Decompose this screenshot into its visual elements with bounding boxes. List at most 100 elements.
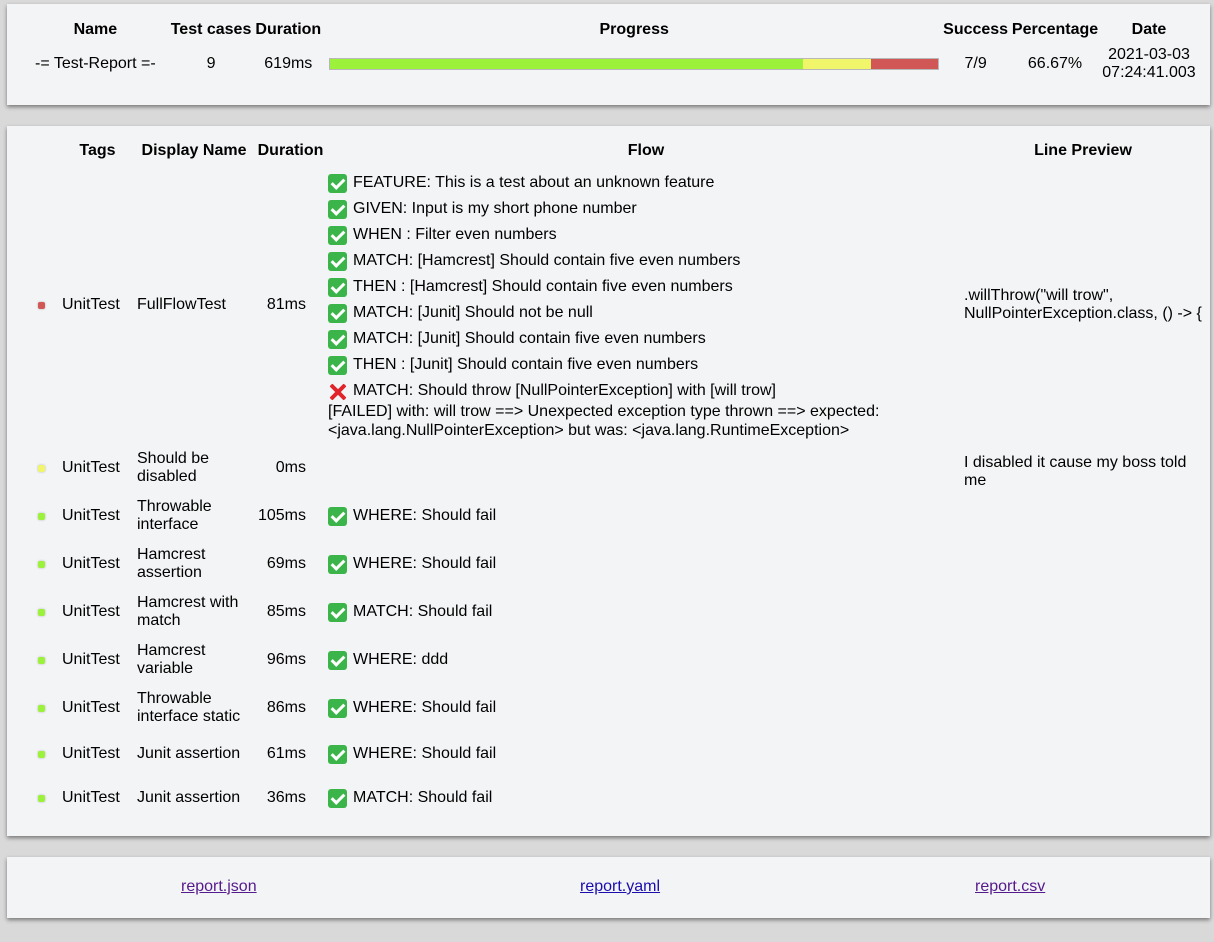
tag-cell: UnitTest <box>62 603 120 620</box>
success-count: 7/9 <box>964 55 987 72</box>
check-icon <box>328 173 347 193</box>
table-row: UnitTest Throwable interface static 86ms WH… <box>22 684 1202 732</box>
line-preview-cell <box>964 684 1202 732</box>
duration-header: Duration <box>257 142 324 159</box>
flow-step-text: WHERE: Should fail <box>353 745 497 762</box>
duration-cell: 105ms <box>257 507 306 524</box>
report-name: -= Test-Report =- <box>35 55 156 72</box>
duration-cell: 86ms <box>266 699 306 716</box>
flow-step: MATCH: Should fail <box>328 599 964 625</box>
flow-step: WHEN : Filter even numbers <box>328 222 964 248</box>
flow-header: Flow <box>627 142 665 159</box>
status-cell <box>22 732 60 776</box>
flow-step-text: MATCH: Should fail <box>353 603 493 620</box>
line-preview-cell <box>964 492 1202 540</box>
flow-cell: MATCH: Should fail <box>328 776 964 820</box>
flow-step-text: THEN : [Junit] Should contain five even … <box>353 356 699 373</box>
flow-step-text: MATCH: [Junit] Should not be null <box>353 304 593 321</box>
display-name-cell: Throwable interface <box>137 498 212 533</box>
success-header: Success <box>943 21 1009 38</box>
flow-step: MATCH: Should fail <box>328 785 964 811</box>
duration-cell: 96ms <box>266 651 306 668</box>
table-row: UnitTest Throwable interface 105ms WHERE: S… <box>22 492 1202 540</box>
flow-cell <box>328 444 964 492</box>
line-preview-cell <box>964 776 1202 820</box>
check-icon <box>328 602 347 622</box>
check-icon <box>328 506 347 526</box>
duration-cell: 61ms <box>266 745 306 762</box>
flow-step-text: THEN : [Hamcrest] Should contain five ev… <box>353 278 733 295</box>
status-cell <box>22 684 60 732</box>
flow-step-text: WHERE: Should fail <box>353 555 497 572</box>
tag-cell: UnitTest <box>62 296 120 313</box>
tag-cell: UnitTest <box>62 459 120 476</box>
status-indicator <box>37 513 45 520</box>
flow-cell: MATCH: Should fail <box>328 588 964 636</box>
flow-step: WHERE: Should fail <box>328 503 964 529</box>
status-indicator <box>37 751 45 758</box>
status-cell <box>22 588 60 636</box>
flow-step: WHERE: Should fail <box>328 551 964 577</box>
check-icon <box>328 303 347 323</box>
report-yaml-link[interactable]: report.yaml <box>580 878 660 896</box>
name-header: Name <box>73 21 118 38</box>
results-header-row: Tags Display Name Duration Flow Line Pre… <box>22 142 1202 166</box>
line-preview-header: Line Preview <box>1034 142 1132 159</box>
flow-cell: WHERE: ddd <box>328 636 964 684</box>
date-header: Date <box>1131 21 1167 38</box>
status-cell <box>22 776 60 820</box>
flow-step: MATCH: [Junit] Should not be null <box>328 300 964 326</box>
duration-header: Duration <box>255 21 322 38</box>
line-preview-cell: .willThrow("will trow", NullPointerExcep… <box>964 287 1202 322</box>
duration-cell: 85ms <box>266 603 306 620</box>
flow-step: FEATURE: This is a test about an unknown… <box>328 170 964 196</box>
flow-step-text: WHERE: Should fail <box>353 507 497 524</box>
status-cell <box>22 636 60 684</box>
test-cases-header: Test cases <box>170 21 252 38</box>
check-icon <box>328 329 347 349</box>
flow-cell: WHERE: Should fail <box>328 732 964 776</box>
flow-step: MATCH: Should throw [NullPointerExceptio… <box>328 378 964 404</box>
report-json-link[interactable]: report.json <box>181 878 257 896</box>
progress-header: Progress <box>599 21 669 38</box>
status-indicator <box>37 465 45 472</box>
status-indicator <box>37 705 45 712</box>
flow-cell: FEATURE: This is a test about an unknown… <box>328 166 964 444</box>
tag-cell: UnitTest <box>62 699 120 716</box>
summary-table: Name Test cases Duration Progress Succes… <box>20 21 1196 89</box>
line-preview-cell <box>964 732 1202 776</box>
line-preview-cell <box>964 636 1202 684</box>
report-csv-link[interactable]: report.csv <box>975 878 1045 896</box>
flow-step-text: MATCH: Should throw [NullPointerExceptio… <box>353 382 776 399</box>
flow-step: GIVEN: Input is my short phone number <box>328 196 964 222</box>
check-icon <box>328 199 347 219</box>
table-row: UnitTest FullFlowTest 81ms FEATURE: This is… <box>22 166 1202 444</box>
flow-step-text: MATCH: Should fail <box>353 789 493 806</box>
cross-icon <box>328 382 347 401</box>
summary-panel: Name Test cases Duration Progress Succes… <box>7 4 1210 105</box>
check-icon <box>328 650 347 670</box>
status-indicator <box>37 657 45 664</box>
flow-step-text: MATCH: [Hamcrest] Should contain five ev… <box>353 252 741 269</box>
results-body: UnitTest FullFlowTest 81ms FEATURE: This is… <box>22 166 1202 820</box>
check-icon <box>328 788 347 808</box>
status-indicator <box>37 795 45 802</box>
flow-step-text: MATCH: [Junit] Should contain five even … <box>353 330 706 347</box>
line-preview-cell: I disabled it cause my boss told me <box>964 454 1187 489</box>
status-cell <box>22 166 60 444</box>
status-cell <box>22 492 60 540</box>
total-duration: 619ms <box>264 55 313 72</box>
tag-cell: UnitTest <box>62 555 120 572</box>
status-indicator <box>37 561 45 568</box>
progress-cell <box>325 39 943 89</box>
display-name-cell: Junit assertion <box>137 789 241 806</box>
display-name-cell: Junit assertion <box>137 745 241 762</box>
check-icon <box>328 744 347 764</box>
display-name-header: Display Name <box>141 142 247 159</box>
flow-cell: WHERE: Should fail <box>328 540 964 588</box>
tags-header: Tags <box>79 142 116 159</box>
flow-step: THEN : [Hamcrest] Should contain five ev… <box>328 274 964 300</box>
failure-message: [FAILED] with: will trow ==> Unexpected … <box>328 403 880 439</box>
status-indicator <box>37 609 45 616</box>
flow-step-text: WHEN : Filter even numbers <box>353 226 557 243</box>
